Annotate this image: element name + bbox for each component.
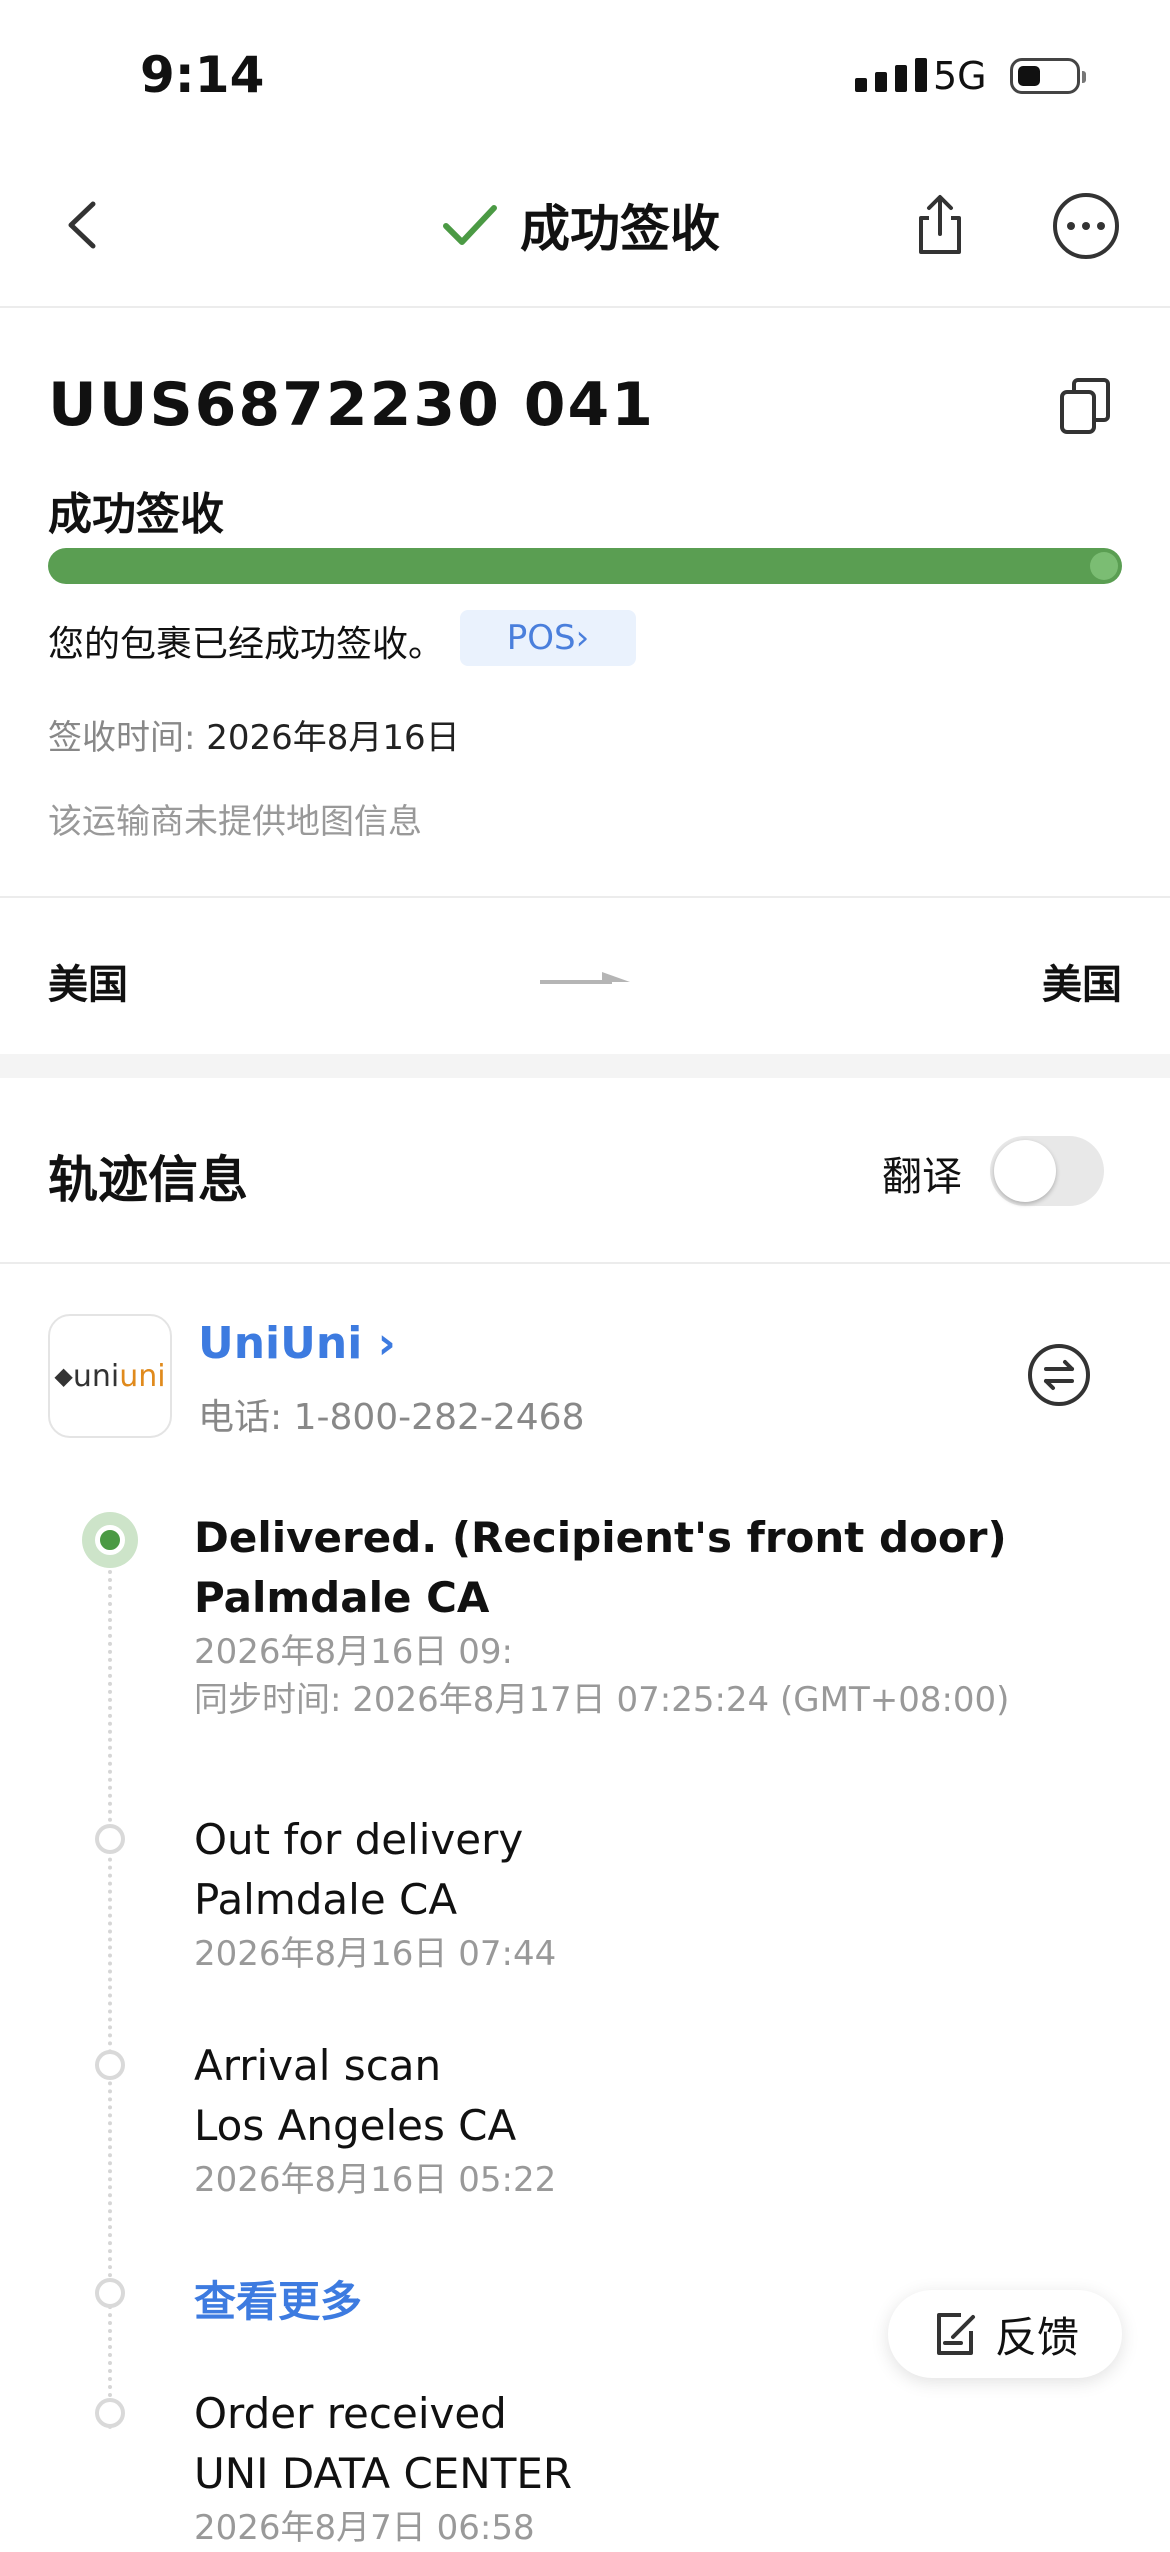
event-location: Palmdale CA bbox=[194, 1875, 458, 1924]
carrier-logo: ◆ uni uni bbox=[48, 1314, 172, 1438]
signed-time: 签收时间: 2026年8月16日 bbox=[48, 718, 460, 758]
chevron-right-icon: › bbox=[377, 1318, 396, 1369]
swap-carrier-button[interactable] bbox=[1028, 1344, 1090, 1406]
battery-icon bbox=[1010, 58, 1086, 94]
event-title: Order received bbox=[194, 2389, 507, 2438]
pod-chip-label: POS bbox=[506, 618, 576, 658]
origin-country: 美国 bbox=[48, 962, 128, 1008]
timeline-dot bbox=[95, 2398, 125, 2428]
section-gap bbox=[0, 1054, 1170, 1078]
chevron-right-icon: › bbox=[575, 618, 590, 658]
tracking-number: UUS6872230 041 bbox=[48, 370, 656, 440]
event-location: Palmdale CA bbox=[194, 1573, 490, 1622]
see-more-link[interactable]: 查看更多 bbox=[194, 2268, 362, 2329]
pod-chip[interactable]: POS › bbox=[460, 610, 636, 666]
timeline-event: Delivered. (Recipient's front door) Palm… bbox=[194, 1508, 1154, 1724]
route-arrow-icon bbox=[540, 972, 630, 984]
signal-icon bbox=[855, 58, 927, 92]
status-message: 您的包裹已经成功签收。 bbox=[48, 624, 445, 665]
more-button[interactable] bbox=[1053, 193, 1119, 259]
event-title: Delivered. (Recipient's front door) bbox=[194, 1513, 1007, 1562]
timeline-dot bbox=[95, 2278, 125, 2308]
timeline-event: Arrival scan Los Angeles CA 2026年8月16日 0… bbox=[194, 2036, 556, 2204]
timeline-dot bbox=[95, 1824, 125, 1854]
event-time: 2026年8月16日 05:22 bbox=[194, 2160, 557, 2200]
share-icon bbox=[919, 195, 961, 254]
share-button[interactable] bbox=[905, 190, 975, 260]
timeline-dot-active bbox=[82, 1512, 138, 1568]
event-location: UNI DATA CENTER bbox=[194, 2449, 573, 2498]
nav-divider bbox=[0, 306, 1170, 308]
timeline-event: Out for delivery Palmdale CA 2026年8月16日 … bbox=[194, 1810, 556, 1978]
signed-date: 2026年8月16日 bbox=[206, 718, 460, 758]
status-label: 成功签收 bbox=[48, 489, 224, 540]
event-sync-time: 同步时间: 2026年8月17日 07:25:24 (GMT+08:00) bbox=[194, 1680, 1010, 1720]
map-note: 该运输商未提供地图信息 bbox=[48, 802, 422, 842]
signed-label: 签收时间 bbox=[48, 718, 184, 758]
feedback-label: 反馈 bbox=[994, 2312, 1079, 2362]
check-icon bbox=[443, 205, 497, 245]
progress-bar bbox=[48, 548, 1122, 584]
edit-icon bbox=[936, 2313, 975, 2355]
back-button[interactable] bbox=[55, 190, 115, 260]
translate-toggle[interactable] bbox=[990, 1136, 1104, 1206]
timeline-event: Order received UNI DATA CENTER 2026年8月7日… bbox=[194, 2384, 572, 2552]
copy-button[interactable] bbox=[1058, 376, 1112, 436]
event-location: Los Angeles CA bbox=[194, 2101, 517, 2150]
carrier-name-link[interactable]: UniUni › bbox=[198, 1318, 396, 1369]
carrier-phone[interactable]: 电话: 1-800-282-2468 bbox=[198, 1388, 585, 1440]
destination-country: 美国 bbox=[1042, 962, 1122, 1008]
swap-icon bbox=[1044, 1360, 1074, 1390]
translate-label: 翻译 bbox=[882, 1154, 962, 1200]
nav-title: 成功签收 bbox=[440, 190, 720, 260]
section-divider bbox=[0, 1262, 1170, 1264]
timeline-dot bbox=[95, 2050, 125, 2080]
section-title: 轨迹信息 bbox=[48, 1151, 248, 1209]
shield-icon: ◆ bbox=[54, 1362, 73, 1390]
event-title: Out for delivery bbox=[194, 1815, 524, 1864]
network-label: 5G bbox=[933, 54, 987, 98]
event-time: 2026年8月16日 07:44 bbox=[194, 1934, 557, 1974]
chevron-left-icon bbox=[68, 201, 96, 249]
status-time: 9:14 bbox=[140, 46, 265, 104]
event-time: 2026年8月7日 06:58 bbox=[194, 2508, 535, 2548]
feedback-button[interactable]: 反馈 bbox=[888, 2290, 1122, 2378]
copy-icon bbox=[1060, 378, 1110, 434]
page-title: 成功签收 bbox=[520, 200, 720, 258]
event-time: 2026年8月16日 09: bbox=[194, 1632, 513, 1672]
event-title: Arrival scan bbox=[194, 2041, 442, 2090]
summary-divider bbox=[0, 896, 1170, 898]
